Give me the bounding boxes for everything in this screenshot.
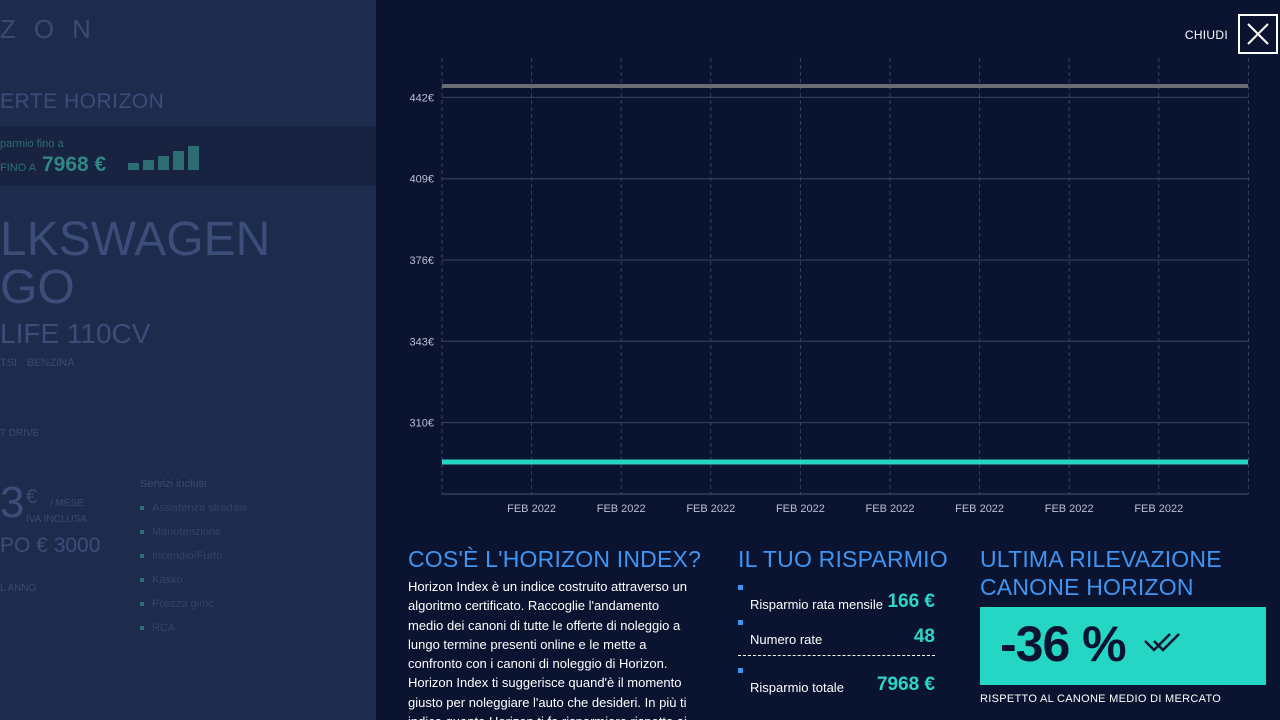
close-x-icon (1247, 23, 1269, 45)
close-button[interactable] (1238, 14, 1278, 54)
x-tick-label: FEB 2022 (776, 503, 825, 515)
y-tick-label: 310€ (410, 418, 434, 430)
latest-reading-caption: RISPETTO AL CANONE MEDIO DI MERCATO (980, 693, 1222, 705)
bullet-icon (738, 620, 743, 625)
banner-amount: 7968 € (42, 153, 107, 176)
y-tick-label: 442€ (410, 92, 434, 104)
x-tick-label: FEB 2022 (597, 503, 646, 515)
bullet-icon (738, 585, 743, 590)
savings-row-monthly: Risparmio rata mensile 166 € (738, 585, 935, 615)
service-item: Kasko (140, 574, 247, 598)
y-tick-label: 343€ (410, 336, 434, 348)
bullet-icon (738, 668, 743, 673)
x-tick-label: FEB 2022 (866, 503, 915, 515)
service-item: Manutenzione (140, 526, 247, 550)
close-label[interactable]: CHIUDI (1185, 28, 1228, 42)
double-check-icon (1144, 633, 1180, 652)
x-tick-label: FEB 2022 (1045, 503, 1094, 515)
anno-label: L ANNO (0, 583, 37, 594)
y-tick-label: 376€ (410, 255, 434, 267)
y-tick-label: 409€ (410, 174, 434, 186)
savings-row-total: Risparmio totale 7968 € (738, 668, 935, 698)
x-tick-label: FEB 2022 (507, 503, 556, 515)
savings-row-value: 48 (913, 626, 935, 647)
banner-small-text: parmio fino a (0, 138, 64, 150)
latest-reading-box: -36 % (980, 607, 1266, 685)
horizon-index-chart: 442€ 409€ 376€ 343€ 310€ FEB 2022 FEB 2022 FEB … (410, 58, 1249, 515)
x-tick-label: FEB 2022 (955, 503, 1004, 515)
price-currency: € (26, 486, 38, 508)
service-item: Polizza gimc (140, 598, 247, 622)
latest-reading-title: ULTIMA RILEVAZIONE CANONE HORIZON (980, 546, 1222, 600)
savings-banner: parmio fino a FINO A 7968 € (0, 126, 376, 186)
price-period: / MESE (50, 498, 84, 509)
car-model: LIFE 110CV (0, 318, 151, 349)
index-section-title: COS'È L'HORIZON INDEX? (408, 546, 702, 572)
car-brand: LKSWAGEN GO (0, 213, 271, 314)
savings-section-title: IL TUO RISPARMIO (738, 546, 948, 572)
price-value: 3 (0, 478, 25, 527)
x-tick-label: FEB 2022 (686, 503, 735, 515)
index-section-body: Horizon Index è un indice costruito attr… (408, 579, 687, 720)
x-tick-label: FEB 2022 (1134, 503, 1183, 515)
savings-bars-icon (128, 146, 200, 170)
drive-label: T DRIVE (0, 428, 40, 439)
services-list: Assistenza stradale Manutenzione Incendi… (140, 502, 247, 646)
background-page: ZON ERTE HORIZON parmio fino a FINO A 79… (0, 0, 376, 720)
savings-row-label: Risparmio rata mensile (750, 597, 883, 612)
savings-row-count: Numero rate 48 (738, 620, 935, 650)
divider (738, 655, 935, 656)
services-title: Servizi inclusi (140, 478, 207, 490)
offers-title: ERTE HORIZON (0, 90, 165, 113)
horizon-index-modal: 442€ 409€ 376€ 343€ 310€ FEB 2022 FEB 2022 FEB … (376, 0, 1280, 720)
car-specs: TSI · BENZINA (0, 357, 75, 369)
latest-reading-percent: -36 % (1000, 616, 1127, 672)
savings-row-value: 7968 € (876, 674, 935, 695)
savings-row-label: Risparmio totale (750, 680, 844, 695)
price-iva: IVA INCLUSA (26, 514, 87, 525)
logo: ZON (0, 14, 109, 44)
service-item: RCA (140, 622, 247, 646)
anticipo: PO € 3000 (0, 534, 101, 557)
savings-row-label: Numero rate (750, 632, 823, 647)
service-item: Assistenza stradale (140, 502, 247, 526)
service-item: Incendio/Furto (140, 550, 247, 574)
savings-row-value: 166 € (887, 591, 935, 612)
banner-fino-text: FINO A (0, 162, 37, 174)
